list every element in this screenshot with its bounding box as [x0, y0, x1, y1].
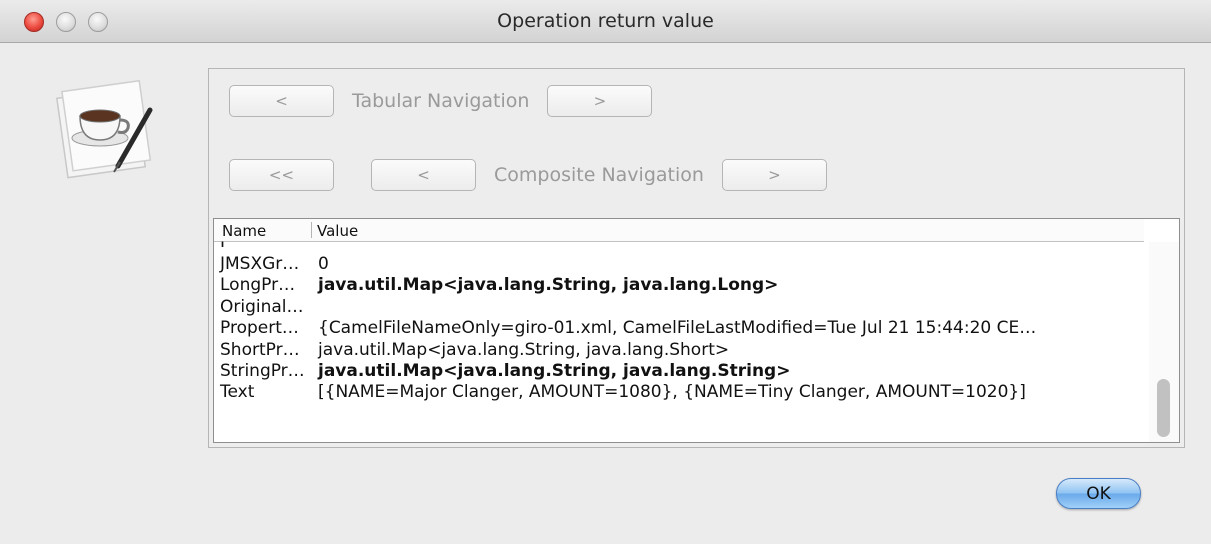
row-name-cell: JMSXGr… — [220, 254, 300, 274]
tabular-prev-button[interactable]: < — [229, 85, 334, 117]
navigation-panel: < Tabular Navigation > << < Composite Na… — [208, 68, 1185, 448]
table-body: JMSXGr… 0 LongPr… java.util.Map<java.lan… — [214, 254, 1149, 404]
table-row[interactable]: Text [{NAME=Major Clanger, AMOUNT=1080},… — [214, 382, 1149, 403]
composite-next-button[interactable]: > — [721, 159, 827, 191]
row-name-cell: Propert… — [220, 318, 299, 339]
row-name-cell: Text — [220, 382, 255, 403]
partially-hidden-row: J… — [220, 239, 242, 247]
table-row[interactable]: Original… — [214, 297, 1149, 318]
composite-first-button[interactable]: << — [229, 159, 334, 191]
result-table[interactable]: Name Value J… JMSXGr… 0 LongPr… java.uti… — [213, 218, 1180, 443]
vertical-scrollbar[interactable] — [1149, 242, 1179, 442]
row-value-cell: java.util.Map<java.lang.String, java.lan… — [318, 360, 791, 381]
coffee-cup-pen-icon — [50, 72, 170, 187]
table-row[interactable]: JMSXGr… 0 — [214, 254, 1149, 275]
table-row[interactable]: LongPr… java.util.Map<java.lang.String, … — [214, 275, 1149, 296]
ok-button[interactable]: OK — [1056, 478, 1141, 509]
window-title: Operation return value — [497, 10, 714, 32]
composite-prev-button[interactable]: < — [371, 159, 476, 191]
row-value-cell: [{NAME=Major Clanger, AMOUNT=1080}, {NAM… — [318, 382, 1026, 403]
title-bar[interactable]: Operation return value — [0, 0, 1211, 43]
column-header-value[interactable]: Value — [317, 222, 358, 240]
table-header: Name Value — [214, 219, 1144, 242]
row-name-cell: ShortPr… — [220, 339, 300, 360]
scrollbar-thumb[interactable] — [1157, 379, 1170, 437]
column-header-name[interactable]: Name — [222, 222, 266, 240]
row-value-cell: 0 — [318, 254, 329, 274]
table-row[interactable]: StringPr… java.util.Map<java.lang.String… — [214, 361, 1149, 382]
row-name-cell: StringPr… — [220, 360, 305, 381]
column-divider[interactable] — [311, 222, 312, 238]
row-name-cell: Original… — [220, 296, 304, 317]
table-row[interactable]: ShortPr… java.util.Map<java.lang.String,… — [214, 340, 1149, 361]
tabular-navigation-label: Tabular Navigation — [352, 90, 530, 112]
tabular-navigation-row: < Tabular Navigation > — [229, 85, 653, 117]
composite-navigation-row: << < Composite Navigation > — [229, 159, 827, 191]
row-value-cell: {CamelFileNameOnly=giro-01.xml, CamelFil… — [318, 318, 1037, 339]
row-value-cell: java.util.Map<java.lang.String, java.lan… — [318, 275, 779, 296]
table-row[interactable]: Propert… {CamelFileNameOnly=giro-01.xml,… — [214, 318, 1149, 339]
composite-navigation-label: Composite Navigation — [494, 164, 704, 186]
row-value-cell: java.util.Map<java.lang.String, java.lan… — [318, 339, 730, 360]
row-name-cell: LongPr… — [220, 275, 296, 296]
tabular-next-button[interactable]: > — [547, 85, 653, 117]
